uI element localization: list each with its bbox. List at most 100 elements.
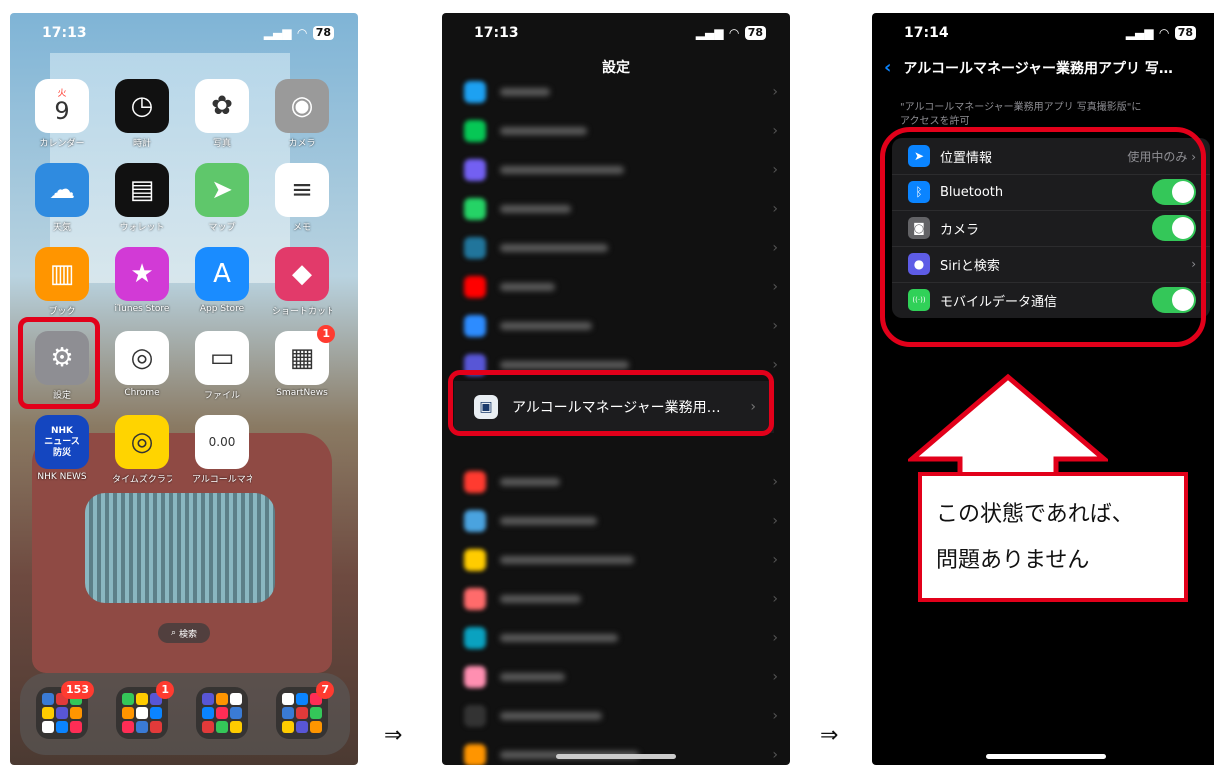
status-bar: 17:14 ▂▄▆ ◠ 78 <box>872 13 1214 53</box>
callout-note: この状態であれば、 問題ありません <box>918 472 1188 602</box>
app-glyph-icon: ★ <box>115 247 169 301</box>
folder-app-thumb <box>42 693 54 705</box>
blurred-label <box>500 283 555 291</box>
app-glyph-icon: ◎ <box>115 415 169 469</box>
dock-folder-1[interactable]: 1 <box>116 681 174 739</box>
app-icon-11[interactable]: ◆ ショートカット <box>272 247 332 317</box>
app-icon-3[interactable]: ◉ カメラ <box>272 79 332 149</box>
app-label: SmartNews <box>276 388 328 398</box>
app-label: タイムズクラブ <box>112 475 172 485</box>
app-icon <box>464 588 486 610</box>
app-glyph-icon: ▤ <box>115 163 169 217</box>
app-icon <box>464 705 486 727</box>
dock-folder-0[interactable]: 153 <box>36 681 94 739</box>
chevron-right-icon: › <box>772 708 778 724</box>
wifi-icon: ◠ <box>1159 26 1169 40</box>
folder-app-thumb <box>56 707 68 719</box>
search-icon: ⌕ <box>170 628 177 638</box>
folder-app-thumb <box>150 721 162 733</box>
app-icon-17[interactable]: ◎ タイムズクラブ <box>112 415 172 485</box>
settings-row-blurred[interactable]: › <box>464 738 778 765</box>
app-icon-16[interactable]: NHK ニュース 防災 NHK NEWS <box>32 415 92 482</box>
app-icon-4[interactable]: ☁ 天気 <box>32 163 92 233</box>
folder-app-thumb <box>310 707 322 719</box>
settings-row-blurred[interactable]: › <box>464 465 778 499</box>
blurred-label <box>500 712 602 720</box>
settings-row-blurred[interactable]: › <box>464 75 778 109</box>
app-icon-2[interactable]: ✿ 写真 <box>192 79 252 149</box>
notification-badge: 1 <box>317 325 335 343</box>
folder-app-thumb <box>202 721 214 733</box>
app-icon <box>464 744 486 765</box>
app-icon-7[interactable]: ≡ メモ <box>272 163 332 233</box>
home-search-label: 検索 <box>179 629 198 640</box>
settings-row-blurred[interactable]: › <box>464 504 778 538</box>
app-icon-15[interactable]: ▦ 1 SmartNews <box>272 325 335 398</box>
folder-app-thumb <box>282 707 294 719</box>
folder-app-thumb <box>150 707 162 719</box>
app-icon <box>464 666 486 688</box>
folder-app-thumb <box>42 721 54 733</box>
home-search-button[interactable]: ⌕ 検索 <box>158 623 210 643</box>
app-icon-6[interactable]: ➤ マップ <box>192 163 252 233</box>
settings-row-blurred[interactable]: › <box>464 543 778 577</box>
blurred-label <box>500 361 629 369</box>
section-caption: "アルコールマネージャー業務用アプリ 写真撮影版"に アクセスを許可 <box>900 102 1142 127</box>
app-icon <box>464 627 486 649</box>
app-icon-8[interactable]: ▥ ブック <box>32 247 92 317</box>
status-time: 17:14 <box>904 25 949 41</box>
dock-folder-3[interactable]: 7 <box>276 681 334 739</box>
folder-app-thumb <box>296 721 308 733</box>
settings-row-blurred[interactable]: › <box>464 153 778 187</box>
settings-row-blurred[interactable]: › <box>464 114 778 148</box>
app-icon-5[interactable]: ▤ ウォレット <box>112 163 172 233</box>
app-icon-0[interactable]: 火 9 カレンダー <box>32 79 92 149</box>
app-icon-18[interactable]: 0.00 アルコールマネ... <box>192 415 252 485</box>
settings-row-blurred[interactable]: › <box>464 660 778 694</box>
app-icon <box>464 159 486 181</box>
settings-row-blurred[interactable]: › <box>464 582 778 616</box>
chevron-right-icon: › <box>772 357 778 373</box>
app-icon-14[interactable]: ▭ ファイル <box>192 331 252 401</box>
settings-row-blurred[interactable]: › <box>464 270 778 304</box>
back-button[interactable]: ‹ <box>884 57 891 78</box>
battery-level: 78 <box>1174 26 1196 40</box>
app-label: マップ <box>208 223 236 233</box>
app-glyph-icon: ◷ <box>115 79 169 133</box>
calendar-day: 9 <box>54 97 70 125</box>
page-title: アルコールマネージャー業務用アプリ 写… <box>903 60 1173 77</box>
blurred-label <box>500 673 565 681</box>
chevron-right-icon: › <box>772 630 778 646</box>
app-icon-1[interactable]: ◷ 時計 <box>112 79 172 149</box>
settings-row-blurred[interactable]: › <box>464 309 778 343</box>
app-label: ウォレット <box>119 223 165 233</box>
chevron-right-icon: › <box>772 591 778 607</box>
chevron-right-icon: › <box>772 747 778 763</box>
blurred-label <box>500 634 618 642</box>
app-glyph-icon: 火9 <box>35 79 89 133</box>
app-icon-10[interactable]: A App Store <box>192 247 252 314</box>
folder-app-thumb <box>136 721 148 733</box>
settings-row-blurred[interactable]: › <box>464 699 778 733</box>
app-glyph-icon: ≡ <box>275 163 329 217</box>
dock-folder-2[interactable] <box>196 687 248 739</box>
app-label: 写真 <box>212 139 231 149</box>
folder-app-thumb <box>310 721 322 733</box>
settings-row-blurred[interactable]: › <box>464 231 778 265</box>
app-glyph-icon: ▥ <box>35 247 89 301</box>
step-arrow-1: ⇒ <box>384 723 403 748</box>
app-icon-13[interactable]: ◎ Chrome <box>112 331 172 398</box>
app-glyph-icon: NHK ニュース 防災 <box>35 415 89 469</box>
app-label: App Store <box>199 304 245 314</box>
folder-app-thumb <box>202 707 214 719</box>
folder-app-thumb <box>122 721 134 733</box>
blurred-label <box>500 205 571 213</box>
blurred-label <box>500 88 550 96</box>
app-glyph-icon: A <box>195 247 249 301</box>
folder-app-thumb <box>56 721 68 733</box>
wifi-icon: ◠ <box>297 26 307 40</box>
folder-app-thumb <box>296 693 308 705</box>
settings-row-blurred[interactable]: › <box>464 192 778 226</box>
settings-row-blurred[interactable]: › <box>464 621 778 655</box>
app-icon-9[interactable]: ★ iTunes Store <box>112 247 172 314</box>
